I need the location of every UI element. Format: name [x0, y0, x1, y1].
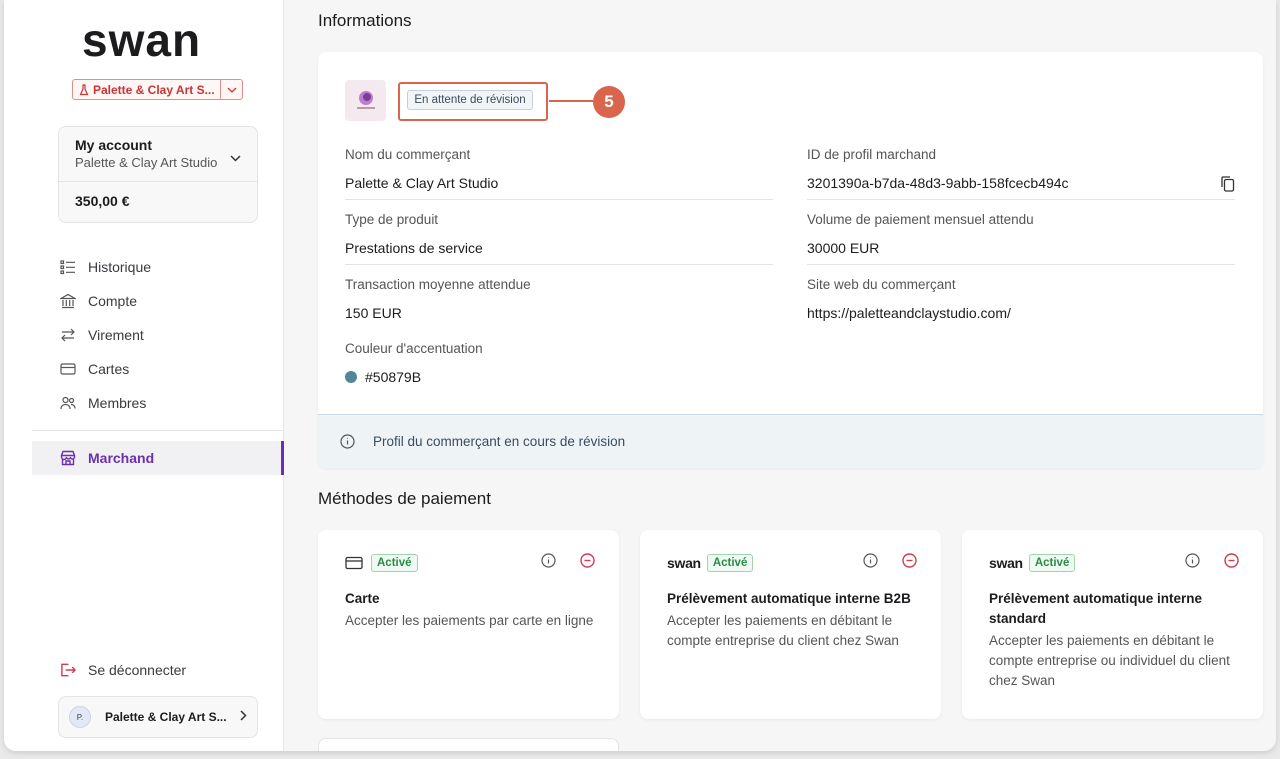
sidebar-item-membres[interactable]: Membres	[32, 386, 284, 420]
project-switcher[interactable]: Palette & Clay Art S...	[72, 79, 243, 100]
user-name: Palette & Clay Art S...	[105, 710, 227, 724]
sidebar-item-marchand[interactable]: Marchand	[32, 441, 284, 475]
payment-method-title: Prélèvement automatique interne B2B	[667, 591, 911, 606]
remove-icon[interactable]	[902, 553, 917, 573]
payment-methods-heading: Méthodes de paiement	[318, 489, 491, 508]
avatar: P.	[69, 706, 91, 728]
sidebar-item-compte[interactable]: Compte	[32, 284, 284, 318]
field-label: Nom du commerçant	[345, 147, 471, 162]
card-icon	[60, 361, 76, 377]
field-value: #50879B	[365, 369, 422, 385]
sidebar-item-label: Compte	[88, 293, 138, 309]
logout-icon	[60, 662, 76, 678]
chevron-down-icon[interactable]	[230, 149, 241, 167]
history-list-icon	[60, 259, 76, 275]
info-icon[interactable]	[541, 553, 556, 573]
status-badge: Activé	[1028, 554, 1076, 572]
main-content: Informations En attente de révision 5 No…	[285, 0, 1276, 751]
project-name: Palette & Clay Art S...	[93, 82, 215, 97]
payment-method-description: Accepter les paiements en débitant le co…	[667, 613, 899, 648]
payment-method-card-partial	[318, 738, 619, 751]
accent-color-field: Couleur d'accentuation #50879B	[345, 341, 773, 389]
review-notice: Profil du commerçant en cours de révisio…	[318, 414, 1263, 468]
card-icon	[345, 556, 363, 570]
sidebar-nav: Historique Compte Virement Cartes Membre…	[32, 250, 284, 475]
sidebar-item-historique[interactable]: Historique	[32, 250, 284, 284]
sidebar-item-label: Membres	[88, 395, 147, 411]
members-icon	[60, 395, 76, 411]
copy-icon[interactable]	[1221, 176, 1235, 197]
monthly-volume-field: Volume de paiement mensuel attendu 30000…	[807, 212, 1235, 265]
payment-method-card: Activé Carte Accepter les paiements par …	[318, 530, 619, 719]
payment-method-description: Accepter les paiements par carte en lign…	[345, 613, 594, 628]
user-profile-button[interactable]: P. Palette & Clay Art S...	[58, 696, 258, 738]
info-icon[interactable]	[1185, 553, 1200, 573]
sidebar: swan Palette & Clay Art S... My account …	[4, 0, 284, 751]
field-value: Palette & Clay Art Studio	[345, 175, 499, 191]
swan-brand: swan	[667, 555, 701, 571]
account-balance: 350,00 €	[75, 193, 130, 209]
svg-text:swan: swan	[82, 18, 201, 62]
app-window: swan Palette & Clay Art S... My account …	[4, 0, 1276, 751]
notice-text: Profil du commerçant en cours de révisio…	[373, 434, 626, 449]
remove-icon[interactable]	[580, 553, 595, 573]
field-value: 30000 EUR	[807, 240, 880, 256]
merchant-info-card: En attente de révision 5 Nom du commerça…	[318, 52, 1263, 468]
swan-brand: swan	[989, 555, 1023, 571]
flask-icon	[75, 83, 93, 96]
field-label: Site web du commerçant	[807, 277, 956, 292]
field-label: Couleur d'accentuation	[345, 341, 483, 356]
sidebar-item-cartes[interactable]: Cartes	[32, 352, 284, 386]
info-icon	[340, 434, 355, 449]
merchant-name-field: Nom du commerçant Palette & Clay Art Stu…	[345, 147, 773, 200]
sidebar-item-label: Marchand	[88, 450, 155, 466]
field-label: Transaction moyenne attendue	[345, 277, 531, 292]
chevron-right-icon	[240, 708, 247, 726]
status-badge: Activé	[706, 554, 754, 572]
remove-icon[interactable]	[1224, 553, 1239, 573]
field-value: Prestations de service	[345, 240, 483, 256]
callout-number: 5	[593, 86, 625, 118]
sidebar-item-virement[interactable]: Virement	[32, 318, 284, 352]
sidebar-item-label: Historique	[88, 259, 152, 275]
field-value[interactable]: https://paletteandclaystudio.com/	[807, 305, 1235, 325]
status-badge: Activé	[371, 554, 418, 572]
merchant-logo	[345, 80, 386, 121]
callout-highlight	[398, 82, 548, 121]
bank-icon	[60, 293, 76, 309]
callout-connector	[549, 100, 593, 102]
field-value: 3201390a-b7da-48d3-9abb-158fcecb494c	[807, 175, 1069, 191]
logout-label: Se déconnecter	[88, 662, 187, 678]
informations-heading: Informations	[318, 11, 412, 30]
avg-transaction-field: Transaction moyenne attendue 150 EUR	[345, 277, 773, 325]
field-label: Volume de paiement mensuel attendu	[807, 212, 1034, 227]
profile-id-field: ID de profil marchand 3201390a-b7da-48d3…	[807, 147, 1235, 200]
payment-method-description: Accepter les paiements en débitant le co…	[989, 633, 1230, 688]
payment-method-title: Carte	[345, 591, 380, 606]
swan-logo: swan	[82, 18, 201, 62]
account-card[interactable]: My account Palette & Clay Art Studio 350…	[58, 126, 258, 223]
payment-method-card: swan Activé Prélèvement automatique inte…	[962, 530, 1263, 719]
payment-method-card: swan Activé Prélèvement automatique inte…	[640, 530, 941, 719]
field-label: Type de produit	[345, 212, 439, 227]
product-type-field: Type de produit Prestations de service	[345, 212, 773, 265]
chevron-down-icon[interactable]	[220, 80, 242, 99]
account-title: My account	[75, 137, 153, 153]
field-label: ID de profil marchand	[807, 147, 937, 162]
sidebar-item-label: Cartes	[88, 361, 130, 377]
info-icon[interactable]	[863, 553, 878, 573]
color-swatch	[345, 371, 357, 383]
field-value: 150 EUR	[345, 305, 402, 321]
logout-button[interactable]: Se déconnecter	[60, 660, 186, 680]
account-holder: Palette & Clay Art Studio	[75, 155, 218, 170]
website-field: Site web du commerçant https://palettean…	[807, 277, 1235, 325]
nav-divider	[32, 430, 284, 431]
storefront-icon	[60, 450, 76, 466]
sidebar-item-label: Virement	[88, 327, 144, 343]
payment-method-title: Prélèvement automatique interne standard	[989, 591, 1203, 626]
transfer-arrows-icon	[60, 327, 76, 343]
